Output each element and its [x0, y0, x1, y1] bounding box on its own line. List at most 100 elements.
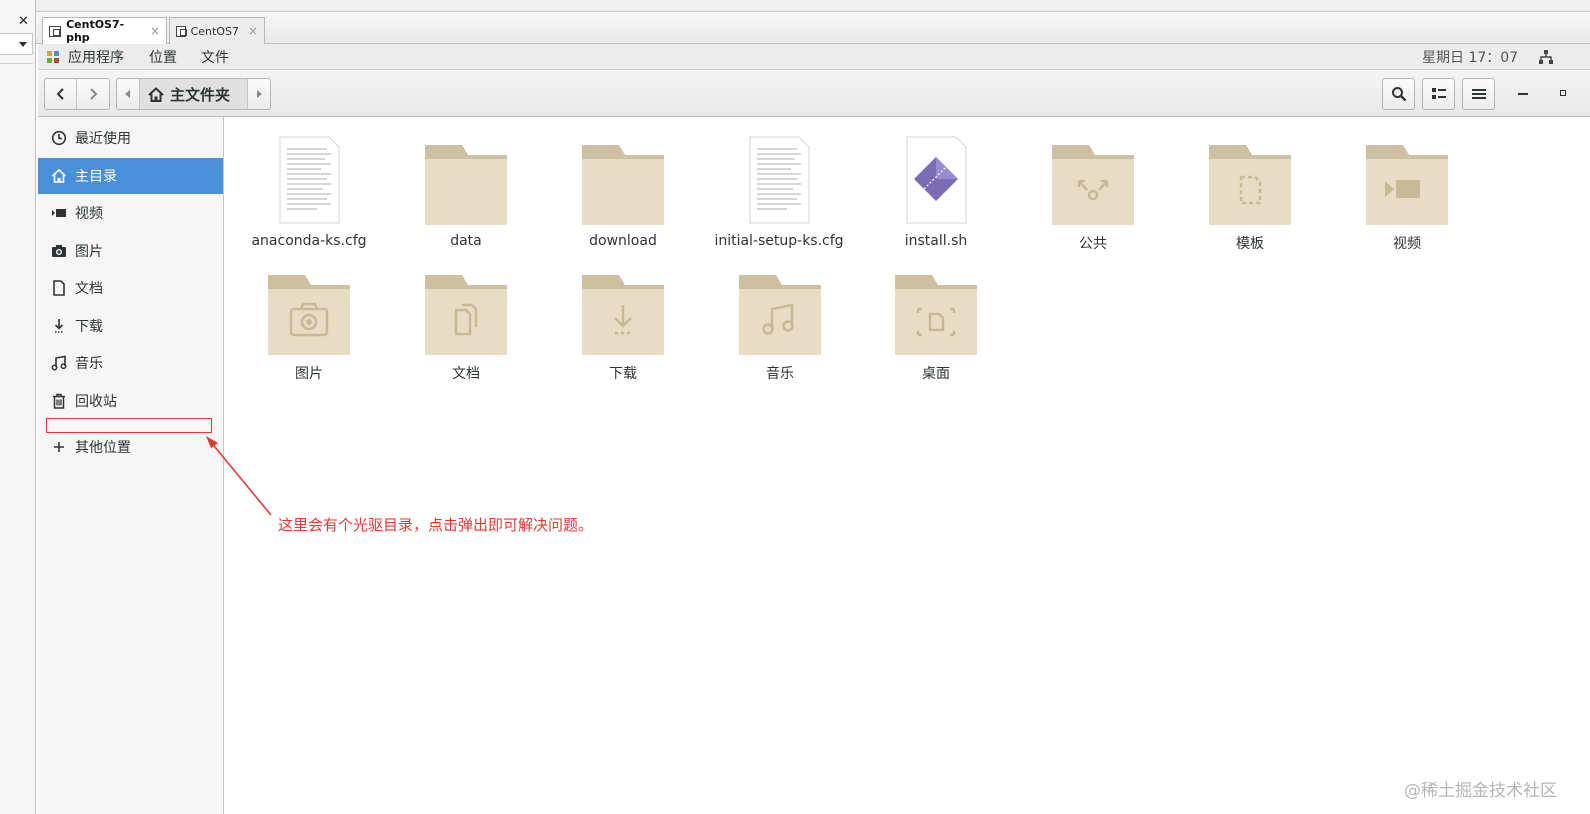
file-name: 模板: [1236, 236, 1264, 252]
list-view-icon: [1431, 88, 1446, 99]
trash-icon: [53, 393, 65, 409]
file-item[interactable]: install.sh: [866, 125, 1006, 249]
sidebar-item-home[interactable]: 主目录: [38, 158, 223, 194]
file-name: 公共: [1079, 236, 1107, 252]
path-scroll-left[interactable]: [117, 79, 139, 109]
folder-item[interactable]: 公共: [1023, 125, 1163, 252]
folder-item[interactable]: 音乐: [710, 255, 850, 382]
folder-item[interactable]: 文档: [396, 255, 536, 382]
sidebar-item-label: 回收站: [75, 394, 117, 410]
places-menu[interactable]: 位置: [149, 47, 177, 67]
view-toggle-button[interactable]: [1422, 78, 1455, 110]
folder-icon: [582, 145, 664, 225]
forward-button[interactable]: [77, 79, 109, 109]
home-icon: [51, 168, 67, 183]
breadcrumb-home[interactable]: 主文件夹: [139, 79, 248, 109]
text-file-icon: [749, 136, 810, 224]
close-icon[interactable]: ×: [150, 24, 160, 38]
sidebar-item-label: 最近使用: [75, 131, 131, 147]
sidebar-item-label: 主目录: [75, 169, 117, 185]
vm-tab-bar: CentOS7-php × CentOS7 ×: [36, 12, 1590, 44]
sidebar-item-videos[interactable]: 视频: [38, 195, 223, 231]
file-name: 音乐: [766, 366, 794, 382]
folder-documents-icon: [425, 275, 507, 355]
folder-music-icon: [739, 275, 821, 355]
files-menu[interactable]: 文件: [201, 47, 229, 67]
file-name: download: [589, 233, 657, 249]
file-name: 桌面: [922, 366, 950, 382]
sidebar-item-music[interactable]: 音乐: [38, 345, 223, 381]
vm-tab-centos7-php[interactable]: CentOS7-php ×: [42, 17, 167, 44]
divider: [0, 63, 33, 64]
file-item[interactable]: anaconda-ks.cfg: [239, 125, 379, 249]
sidebar-item-label: 图片: [75, 244, 103, 260]
sidebar-item-recent[interactable]: 最近使用: [38, 120, 223, 156]
sidebar-item-label: 其他位置: [75, 440, 131, 456]
chevron-right-icon: [90, 88, 98, 100]
maximize-button[interactable]: [1560, 90, 1566, 96]
sidebar-item-trash[interactable]: 回收站: [38, 383, 223, 419]
applications-menu[interactable]: 应用程序: [68, 47, 124, 67]
sidebar-item-other-locations[interactable]: 其他位置: [38, 429, 223, 465]
folder-videos-icon: [1366, 145, 1448, 225]
file-name: install.sh: [904, 233, 968, 249]
path-scroll-right[interactable]: [248, 79, 270, 109]
close-icon[interactable]: ×: [248, 24, 258, 38]
file-grid: anaconda-ks.cfg data download initial-se…: [225, 117, 1590, 814]
places-sidebar: 最近使用 主目录 视频 图片 文档 下载 音乐 回收站 其他位置: [38, 117, 224, 814]
sidebar-item-downloads[interactable]: 下载: [38, 308, 223, 344]
vm-tab-centos7[interactable]: CentOS7 ×: [169, 17, 265, 44]
vm-icon: [49, 25, 62, 37]
file-name: data: [450, 233, 482, 249]
sidebar-item-label: 视频: [75, 206, 103, 222]
sidebar-item-label: 文档: [75, 281, 103, 297]
back-button[interactable]: [45, 79, 78, 109]
folder-templates-icon: [1209, 145, 1291, 225]
folder-item[interactable]: 下载: [553, 255, 693, 382]
triangle-left-icon: [125, 90, 130, 98]
folder-pictures-icon: [268, 275, 350, 355]
network-icon[interactable]: [1538, 49, 1554, 65]
library-dropdown[interactable]: [0, 33, 33, 55]
file-name: 下载: [609, 366, 637, 382]
file-name: 文档: [452, 366, 480, 382]
text-file-icon: [279, 136, 340, 224]
sidebar-item-pictures[interactable]: 图片: [38, 233, 223, 269]
script-file-icon: [906, 136, 967, 224]
search-button[interactable]: [1382, 78, 1415, 110]
folder-item[interactable]: data: [396, 125, 536, 249]
gnome-top-bar: 应用程序 位置 文件 星期日 17：07: [38, 44, 1590, 70]
home-icon: [148, 86, 164, 102]
camera-icon: [52, 245, 66, 257]
sidebar-item-label: 音乐: [75, 356, 103, 372]
folder-item[interactable]: 模板: [1180, 125, 1320, 252]
plus-icon: [54, 442, 64, 452]
sidebar-item-documents[interactable]: 文档: [38, 270, 223, 306]
close-icon[interactable]: ✕: [18, 14, 29, 29]
folder-download-icon: [582, 275, 664, 355]
folder-item[interactable]: download: [553, 125, 693, 249]
folder-item[interactable]: 视频: [1337, 125, 1477, 252]
vm-tab-label: CentOS7-php: [66, 18, 125, 44]
file-name: 图片: [295, 366, 323, 382]
clock[interactable]: 星期日 17：07: [1422, 47, 1518, 67]
vm-tab-label: CentOS7: [190, 24, 239, 38]
minimize-button[interactable]: [1518, 93, 1528, 95]
vm-library-strip: ✕: [0, 0, 36, 814]
file-item[interactable]: initial-setup-ks.cfg: [709, 125, 849, 249]
video-icon: [52, 209, 66, 217]
file-name: 视频: [1393, 236, 1421, 252]
breadcrumb: 主文件夹: [116, 78, 271, 110]
vm-icon: [176, 25, 187, 37]
folder-icon: [425, 145, 507, 225]
file-manager-header: 主文件夹: [38, 70, 1590, 117]
folder-item[interactable]: 图片: [239, 255, 379, 382]
annotation-highlight-box: [46, 418, 212, 433]
breadcrumb-label: 主文件夹: [170, 85, 231, 104]
file-name: initial-setup-ks.cfg: [714, 233, 844, 249]
folder-item[interactable]: 桌面: [866, 255, 1006, 382]
folder-desktop-icon: [895, 275, 977, 355]
menu-button[interactable]: [1462, 78, 1495, 110]
download-icon: [54, 319, 64, 333]
clock-icon: [51, 130, 67, 146]
